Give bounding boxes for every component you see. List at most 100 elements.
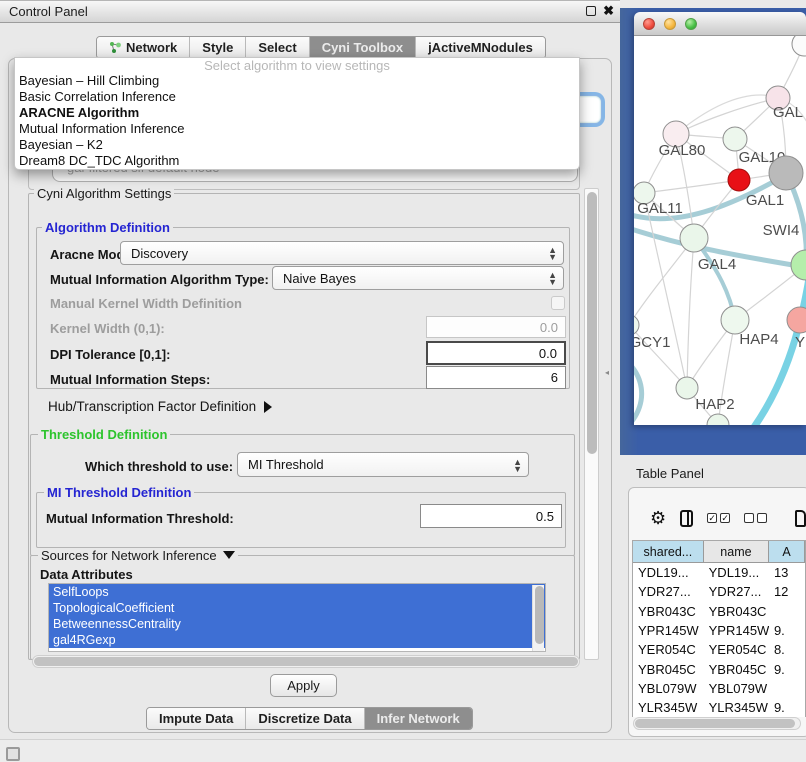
sources-group-title[interactable]: Sources for Network Inference (38, 548, 238, 563)
sources-title-text: Sources for Network Inference (41, 548, 217, 563)
export-table-icon[interactable] (795, 510, 806, 527)
tab-label: Network (126, 40, 177, 55)
data-attributes-list[interactable]: SelfLoopsTopologicalCoefficientBetweenne… (48, 583, 546, 652)
network-edge[interactable] (644, 180, 739, 193)
scrollbar-thumb[interactable] (635, 719, 795, 728)
attribute-list-item[interactable]: TopologicalCoefficient (49, 600, 545, 616)
tab-label: Select (258, 40, 296, 55)
table-horizontal-scrollbar[interactable] (633, 717, 801, 730)
combobox-arrows-icon: ▲▼ (548, 246, 557, 260)
table-row[interactable]: YBR045CYBR045C9. (633, 659, 805, 678)
minimized-window-icon[interactable] (6, 747, 20, 761)
algorithm-menu-item[interactable]: Bayesian – Hill Climbing (15, 73, 579, 89)
float-window-icon[interactable] (586, 6, 596, 16)
scrollbar-thumb[interactable] (34, 657, 578, 666)
mi-type-combobox[interactable]: Naive Bayes ▲▼ (272, 266, 564, 290)
minimize-traffic-light-icon[interactable] (664, 18, 676, 30)
settings-horizontal-scrollbar[interactable] (32, 655, 580, 668)
mi-type-value: Naive Bayes (283, 271, 356, 286)
tab-cyni-toolbox[interactable]: Cyni Toolbox (310, 37, 416, 58)
tab-style[interactable]: Style (190, 37, 246, 58)
attribute-list-item[interactable]: BetweennessCentrality (49, 616, 545, 632)
network-edge[interactable] (644, 193, 687, 388)
table-cell: YDR27... (704, 582, 769, 601)
network-node-label: GAL (773, 104, 803, 121)
scrollbar-thumb[interactable] (535, 586, 544, 644)
panel-splitter-grip[interactable]: ◂ (605, 368, 612, 377)
network-node-gcy1[interactable] (634, 315, 639, 335)
manual-kernel-checkbox[interactable] (551, 296, 565, 310)
dpi-tolerance-value: 0.0 (539, 346, 557, 361)
zoom-traffic-light-icon[interactable] (685, 18, 697, 30)
columns-icon[interactable] (680, 510, 693, 527)
network-node-gal1[interactable] (728, 169, 750, 191)
table-row[interactable]: YLR345WYLR345W9. (633, 698, 805, 717)
tab-infer-network[interactable]: Infer Network (365, 708, 472, 729)
tab-impute-data[interactable]: Impute Data (147, 708, 246, 729)
network-node-label: HAP4 (739, 331, 778, 348)
select-all-columns-icon[interactable]: ✓ ✓ (707, 513, 730, 523)
network-edge[interactable] (676, 98, 778, 134)
network-node-gal10[interactable] (723, 127, 747, 151)
table-row[interactable]: YER054CYER054C8. (633, 640, 805, 659)
node-table[interactable]: shared...nameA YDL19...YDL19...13YDR27..… (632, 540, 806, 717)
table-column-header[interactable]: shared... (633, 541, 704, 562)
network-node[interactable] (792, 36, 806, 56)
network-node-hap4[interactable] (721, 306, 749, 334)
mi-threshold-field[interactable]: 0.5 (420, 504, 562, 528)
tab-jactivemnodules[interactable]: jActiveMNodules (416, 37, 545, 58)
close-traffic-light-icon[interactable] (643, 18, 655, 30)
deselect-all-columns-icon[interactable] (744, 513, 767, 523)
network-node-gal4[interactable] (680, 224, 708, 252)
apply-button[interactable]: Apply (270, 674, 337, 697)
table-cell: YDL19... (633, 563, 704, 582)
table-panel-toolbar: ⚙ ✓ ✓ (634, 503, 806, 533)
cyni-mode-tab-bar: Impute DataDiscretize DataInfer Network (146, 707, 473, 730)
tab-label: jActiveMNodules (428, 40, 533, 55)
aracne-mode-combobox[interactable]: Discovery ▲▼ (120, 241, 564, 265)
table-cell: YER054C (704, 640, 769, 659)
network-node[interactable] (769, 156, 803, 190)
status-strip (0, 739, 806, 762)
close-icon[interactable]: ✖ (603, 4, 614, 18)
hub-definition-toggle[interactable]: Hub/Transcription Factor Definition (48, 399, 272, 414)
network-node-y[interactable] (787, 307, 806, 333)
algorithm-menu-item[interactable]: Mutual Information Inference (15, 121, 579, 137)
tab-select[interactable]: Select (246, 37, 309, 58)
tab-network[interactable]: Network (97, 37, 190, 58)
network-window-titlebar[interactable] (634, 12, 806, 36)
tab-label: Style (202, 40, 233, 55)
scrollbar-thumb[interactable] (587, 192, 597, 454)
tab-discretize-data[interactable]: Discretize Data (246, 708, 364, 729)
data-attributes-label: Data Attributes (40, 567, 133, 582)
gear-icon[interactable]: ⚙ (650, 508, 666, 529)
algorithm-menu-item[interactable]: Bayesian – K2 (15, 137, 579, 153)
settings-vertical-scrollbar[interactable] (584, 188, 599, 660)
mi-steps-field[interactable]: 6 (426, 366, 566, 389)
algorithm-menu-item[interactable]: Basic Correlation Inference (15, 89, 579, 105)
algorithm-menu-item[interactable]: ARACNE Algorithm (15, 105, 579, 121)
attribute-list-item[interactable]: SelfLoops (49, 584, 545, 600)
table-row[interactable]: YBL079WYBL079W (633, 679, 805, 698)
network-edge[interactable] (634, 356, 642, 425)
network-graph-canvas[interactable]: GALGAL80GAL10GAL1GAL11SWI4GAL4GCY1HAP4YH… (634, 36, 806, 425)
table-row[interactable]: YDL19...YDL19...13 (633, 563, 805, 582)
table-row[interactable]: YDR27...YDR27...12 (633, 582, 805, 601)
which-threshold-combobox[interactable]: MI Threshold ▲▼ (237, 452, 529, 477)
algorithm-menu-item[interactable]: Dream8 DC_TDC Algorithm (15, 153, 579, 169)
table-row[interactable]: YPR145WYPR145W9. (633, 621, 805, 640)
which-threshold-label: Which threshold to use: (85, 459, 233, 474)
table-row[interactable]: YBR043CYBR043C (633, 602, 805, 621)
attribute-list-item[interactable]: gal4RGexp (49, 632, 545, 648)
mi-threshold-value: 0.5 (536, 509, 554, 524)
table-column-header[interactable]: A (769, 541, 805, 562)
mi-type-label: Mutual Information Algorithm Type: (50, 272, 269, 287)
table-column-header[interactable]: name (704, 541, 769, 562)
attributes-scrollbar[interactable] (532, 585, 544, 651)
kernel-width-field[interactable]: 0.0 (426, 316, 566, 338)
network-edge[interactable] (687, 238, 694, 388)
settings-group-title: Cyni Algorithm Settings (34, 186, 174, 201)
dpi-tolerance-field[interactable]: 0.0 (426, 341, 566, 365)
network-node-label: GAL80 (659, 142, 706, 159)
table-cell: 9. (769, 621, 805, 640)
